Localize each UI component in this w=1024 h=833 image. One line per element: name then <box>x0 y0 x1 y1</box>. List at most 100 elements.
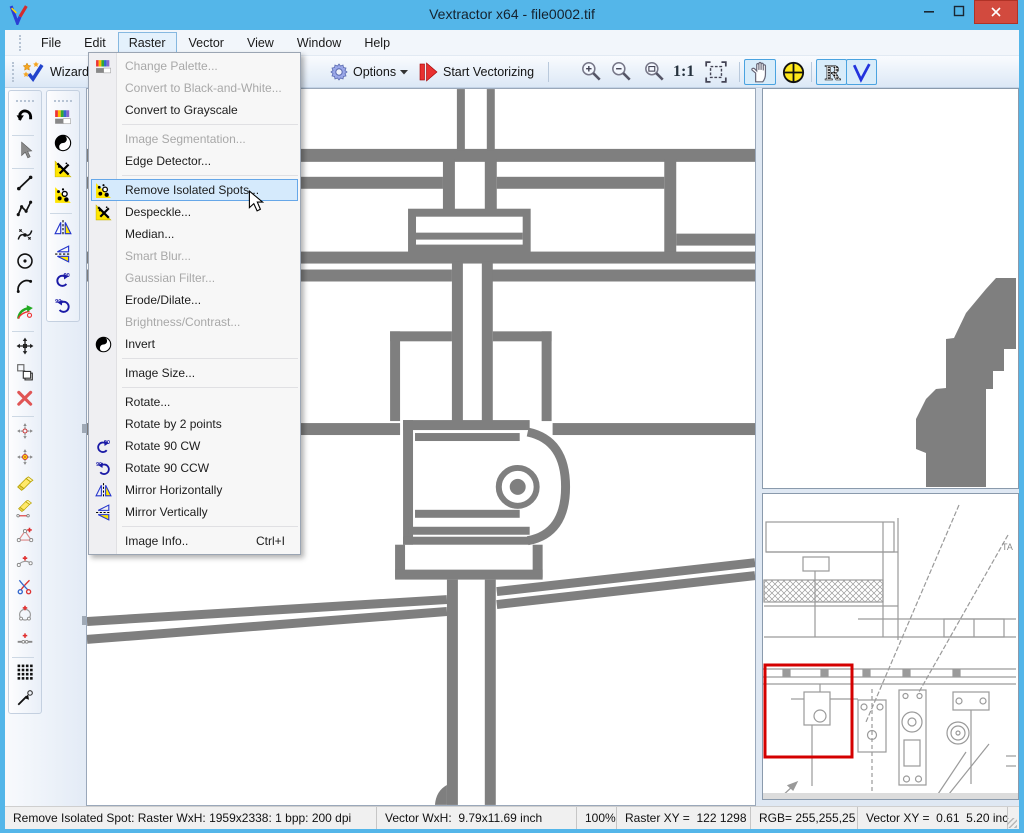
tool-mirror-h-button[interactable] <box>50 217 76 243</box>
menu-item-erode-dilate[interactable]: Erode/Dilate... <box>91 289 298 311</box>
menu-item-label: Edge Detector... <box>125 154 211 168</box>
palette-grip[interactable] <box>16 100 34 102</box>
menubar-item-vector[interactable]: Vector <box>178 32 235 54</box>
tool-undo-button[interactable] <box>12 106 38 132</box>
center-target-button[interactable] <box>777 59 810 85</box>
tool-snap-arrow-button[interactable] <box>12 687 38 713</box>
viewport-rectangle[interactable] <box>765 665 852 757</box>
wizard-button[interactable]: Wizard <box>18 59 93 85</box>
tool-move-node-snap-button[interactable] <box>12 446 38 472</box>
menu-item-convert-to-black-and-white[interactable]: Convert to Black-and-White... <box>91 77 298 99</box>
maximize-button[interactable] <box>944 0 974 22</box>
menu-item-label: Erode/Dilate... <box>125 293 201 307</box>
menu-item-rotate-90-cw[interactable]: 90Rotate 90 CW <box>91 435 298 457</box>
tool-rotate-ccw-button[interactable]: 90 <box>50 295 76 321</box>
menu-item-rotate-90-ccw[interactable]: 90Rotate 90 CCW <box>91 457 298 479</box>
maximize-icon <box>953 5 965 17</box>
menu-item-image-segmentation[interactable]: Image Segmentation... <box>91 128 298 150</box>
menu-item-remove-isolated-spots[interactable]: Remove Isolated Spots... <box>91 179 298 201</box>
pan-hand-button[interactable] <box>744 59 776 85</box>
window-bottom-border <box>0 829 1024 833</box>
tool-add-arc-node-button[interactable] <box>12 550 38 576</box>
tool-palette-button[interactable] <box>50 106 76 132</box>
tool-rotate-cw-button[interactable]: 90 <box>50 269 76 295</box>
tool-bezier-button[interactable] <box>12 224 38 250</box>
menu-item-image-info[interactable]: Image Info..Ctrl+I <box>91 530 298 552</box>
menu-item-invert[interactable]: Invert <box>91 333 298 355</box>
zoom-1-1-button[interactable]: 1:1 <box>669 59 698 85</box>
tool-select-arrow-button[interactable] <box>12 139 38 165</box>
menubar-grip[interactable] <box>19 35 22 51</box>
tool-remove-spots-button[interactable] <box>50 184 76 210</box>
menu-item-mirror-vertically[interactable]: Mirror Vertically <box>91 501 298 523</box>
tool-add-circle-node-button[interactable] <box>12 602 38 628</box>
close-button[interactable] <box>974 0 1018 24</box>
toolbar-grip[interactable] <box>12 62 15 82</box>
menu-item-mirror-horizontally[interactable]: Mirror Horizontally <box>91 479 298 501</box>
tool-mirror-v-button[interactable] <box>50 243 76 269</box>
raster-letter-icon: R <box>820 61 843 84</box>
title-bar[interactable]: Vextractor x64 - file0002.tif <box>0 0 1024 30</box>
menu-item-change-palette[interactable]: Change Palette... <box>91 55 298 77</box>
menu-item-smart-blur[interactable]: Smart Blur... <box>91 245 298 267</box>
zoom-panel[interactable] <box>762 88 1019 489</box>
menu-item-label: Convert to Grayscale <box>125 103 238 117</box>
show-vector-button[interactable] <box>846 59 877 85</box>
tool-scissors-button[interactable] <box>12 576 38 602</box>
menu-item-despeckle[interactable]: Despeckle... <box>91 201 298 223</box>
remove-spots-icon <box>95 182 112 199</box>
start-vectorizing-label: Start Vectorizing <box>443 65 534 79</box>
menu-item-image-size[interactable]: Image Size... <box>91 362 298 384</box>
palette-grip[interactable] <box>54 100 72 102</box>
menubar-item-window[interactable]: Window <box>286 32 352 54</box>
menu-item-gaussian-filter[interactable]: Gaussian Filter... <box>91 267 298 289</box>
mirror-h-icon <box>95 482 112 499</box>
status-raster-xy: Raster XY = 122 1298 <box>617 807 751 830</box>
menu-item-median[interactable]: Median... <box>91 223 298 245</box>
menu-item-convert-to-grayscale[interactable]: Convert to Grayscale <box>91 99 298 121</box>
tool-move-button[interactable] <box>12 335 38 361</box>
show-raster-button[interactable]: R <box>816 59 847 85</box>
tool-eraser-segment-button[interactable] <box>12 498 38 524</box>
menu-item-label: Remove Isolated Spots... <box>125 183 259 197</box>
menu-item-brightness-contrast[interactable]: Brightness/Contrast... <box>91 311 298 333</box>
raster-menu-popup: Change Palette...Convert to Black-and-Wh… <box>88 52 301 555</box>
resize-grip[interactable] <box>1008 807 1019 830</box>
tool-eraser-button[interactable] <box>12 472 38 498</box>
tool-add-polyline-node-button[interactable] <box>12 524 38 550</box>
menu-item-label: Mirror Vertically <box>125 505 208 519</box>
tool-move-node-button[interactable] <box>12 420 38 446</box>
minimize-button[interactable] <box>914 0 944 22</box>
menubar-item-file[interactable]: File <box>30 32 72 54</box>
tool-trace-button[interactable] <box>12 302 38 328</box>
zoom-out-button[interactable] <box>605 59 637 85</box>
menubar-item-view[interactable]: View <box>236 32 285 54</box>
zoom-in-button[interactable] <box>575 59 607 85</box>
zoom-panel-pixels <box>763 89 1018 488</box>
options-button[interactable]: Options <box>325 59 412 85</box>
tool-delete-button[interactable] <box>12 387 38 413</box>
move-icon <box>16 337 34 360</box>
tool-circle-button[interactable] <box>12 250 38 276</box>
menubar-item-help[interactable]: Help <box>353 32 401 54</box>
overview-panel[interactable]: TA <box>762 493 1019 800</box>
menu-item-edge-detector[interactable]: Edge Detector... <box>91 150 298 172</box>
rotate-cw-icon: 90 <box>95 438 112 455</box>
tool-split-segment-button[interactable] <box>12 628 38 654</box>
tool-arc-button[interactable] <box>12 276 38 302</box>
menu-item-rotate[interactable]: Rotate... <box>91 391 298 413</box>
tool-invert-button[interactable] <box>50 132 76 158</box>
zoom-fit-button[interactable] <box>700 59 732 85</box>
snap-arrow-icon <box>16 689 34 712</box>
add-circle-node-icon <box>16 604 34 627</box>
start-vectorizing-button[interactable]: Start Vectorizing <box>413 59 538 85</box>
tool-dots-grid-button[interactable] <box>12 661 38 687</box>
tool-despeckle-button[interactable] <box>50 158 76 184</box>
tool-polyline-button[interactable] <box>12 198 38 224</box>
menubar-item-edit[interactable]: Edit <box>73 32 117 54</box>
zoom-window-button[interactable] <box>638 59 670 85</box>
menu-item-rotate-by-2-points[interactable]: Rotate by 2 points <box>91 413 298 435</box>
tool-line-button[interactable] <box>12 172 38 198</box>
menubar-item-raster[interactable]: Raster <box>118 32 177 54</box>
tool-copy-button[interactable] <box>12 361 38 387</box>
